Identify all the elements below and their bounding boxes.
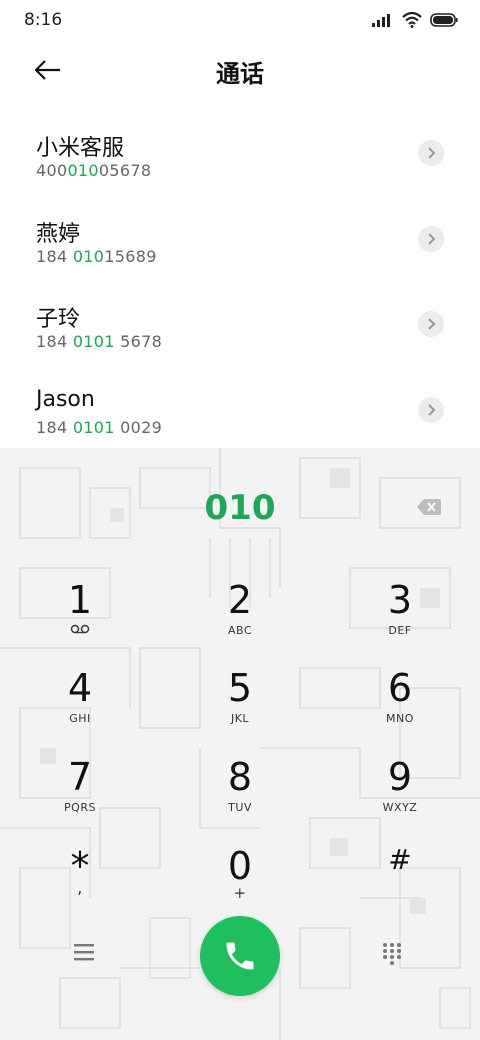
contact-list: 小米客服 40001005678 燕婷 184 01015689 子玲 184 …	[0, 110, 480, 452]
key-letters: GHI	[69, 712, 91, 725]
chevron-right-icon	[428, 403, 436, 416]
key-8[interactable]: 8 TUV	[180, 755, 300, 835]
contact-name: 子玲	[36, 307, 81, 332]
key-2[interactable]: 2 ABC	[180, 578, 300, 658]
key-digit: 5	[227, 666, 253, 710]
contact-detail-button[interactable]	[418, 396, 444, 423]
key-digit: #	[388, 843, 412, 876]
key-0[interactable]: 0 +	[180, 844, 300, 924]
chevron-right-icon	[428, 147, 436, 159]
key-letters: ABC	[227, 624, 253, 637]
menu-button[interactable]	[70, 941, 100, 971]
contact-name: Jason	[36, 386, 95, 412]
contact-item[interactable]: 子玲 184 0101 5678	[0, 281, 480, 367]
key-9[interactable]: 9 WXYZ	[340, 755, 460, 835]
contact-item[interactable]: 燕婷 184 01015689	[0, 196, 480, 282]
key-star[interactable]: * ,	[20, 844, 140, 924]
key-digit: 9	[387, 755, 413, 799]
contact-detail-button[interactable]	[418, 225, 444, 252]
key-digit: 6	[387, 666, 413, 710]
contact-item[interactable]: Jason 184 0101 0029	[0, 367, 480, 453]
key-digit: 2	[227, 578, 253, 622]
battery-icon	[430, 13, 458, 27]
key-6[interactable]: 6 MNO	[340, 666, 460, 746]
contact-number: 184 0101 0029	[36, 417, 163, 437]
menu-icon	[74, 944, 94, 961]
keypad-icon	[383, 943, 401, 965]
key-digit: 1	[67, 578, 93, 622]
key-letters: ,	[77, 878, 83, 897]
contact-number: 40001005678	[36, 161, 152, 180]
key-letters: DEF	[388, 624, 412, 637]
contact-number: 184 01015689	[36, 246, 157, 266]
key-letters: MNO	[386, 712, 414, 725]
key-3[interactable]: 3 DEF	[340, 578, 460, 658]
key-digit: 0	[227, 844, 253, 888]
signal-icon	[372, 14, 390, 27]
keypad-toggle-button[interactable]	[380, 941, 410, 971]
contact-item[interactable]: 小米客服 40001005678	[0, 110, 480, 196]
page-title: 通话	[216, 60, 264, 88]
key-digit: 7	[67, 755, 93, 799]
phone-icon	[226, 942, 254, 970]
backspace-icon[interactable]	[416, 498, 442, 516]
key-4[interactable]: 4 GHI	[20, 666, 140, 746]
voicemail-icon	[20, 624, 140, 637]
status-bar: 8:16	[0, 0, 480, 42]
key-letters: +	[233, 884, 247, 902]
wifi-icon	[402, 12, 422, 28]
key-letters: JKL	[230, 712, 250, 725]
key-hash[interactable]: #	[340, 838, 460, 918]
key-letters: PQRS	[64, 801, 96, 814]
chevron-right-icon	[428, 232, 436, 245]
call-button[interactable]	[200, 916, 280, 996]
key-digit: 8	[227, 755, 253, 799]
key-digit: 4	[67, 666, 93, 710]
key-1[interactable]: 1	[20, 578, 140, 658]
status-time: 8:16	[24, 10, 63, 30]
key-7[interactable]: 7 PQRS	[20, 755, 140, 835]
dialer-panel: 010 1 2 ABC 3 DEF 4 GHI 5 JKL 6 MNO 7 PQ…	[0, 448, 480, 1040]
key-letters: WXYZ	[382, 801, 418, 814]
key-5[interactable]: 5 JKL	[180, 666, 300, 746]
contact-detail-button[interactable]	[418, 311, 444, 337]
status-icons	[372, 12, 458, 28]
contact-name: 小米客服	[36, 136, 125, 161]
app-bar: 通话	[0, 42, 480, 98]
key-letters: TUV	[228, 801, 252, 814]
dialed-number: 010	[204, 488, 276, 528]
chevron-right-icon	[428, 318, 436, 330]
contact-detail-button[interactable]	[418, 140, 444, 166]
key-digit: 3	[387, 578, 413, 622]
contact-name: 燕婷	[36, 221, 81, 247]
contact-number: 184 0101 5678	[36, 332, 163, 351]
